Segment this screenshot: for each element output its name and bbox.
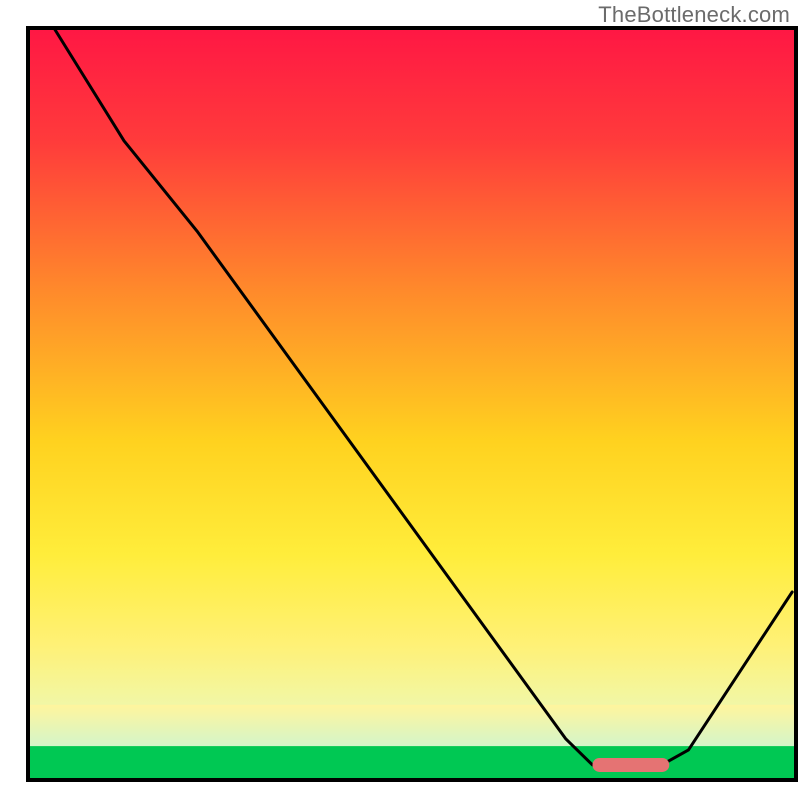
green-band [28,746,796,780]
chart-container: TheBottleneck.com [0,0,800,800]
chart-plot [0,0,800,800]
optimal-marker [592,758,669,772]
watermark-text: TheBottleneck.com [598,2,790,28]
gradient-background [28,28,796,780]
pale-band [28,705,796,746]
